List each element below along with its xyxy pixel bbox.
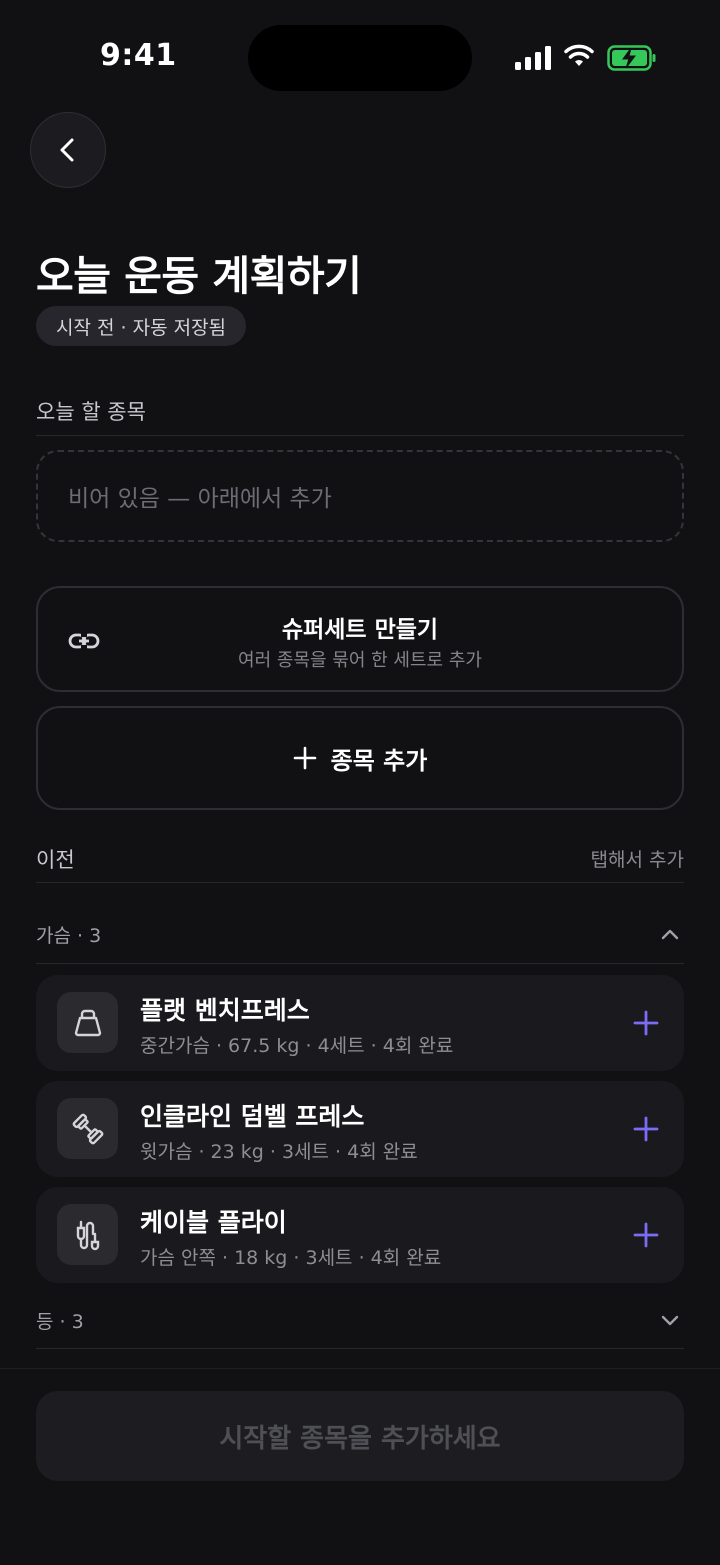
page-title: 오늘 운동 계획하기 bbox=[36, 252, 362, 300]
create-superset-button[interactable]: 슈퍼세트 만들기 여러 종목을 묶어 한 세트로 추가 bbox=[36, 586, 684, 692]
cellular-signal-icon bbox=[515, 46, 551, 70]
divider bbox=[36, 1348, 684, 1349]
today-section-label: 오늘 할 종목 bbox=[36, 400, 146, 424]
superset-title: 슈퍼세트 만들기 bbox=[281, 617, 439, 643]
plus-icon bbox=[293, 746, 317, 770]
previous-section-label: 이전 bbox=[36, 848, 75, 872]
superset-subtitle: 여러 종목을 묶어 한 세트로 추가 bbox=[238, 650, 482, 671]
chevron-up-icon bbox=[661, 929, 679, 940]
exercise-card[interactable]: 인클라인 덤벨 프레스 윗가슴 · 23 kg · 3세트 · 4회 완료 bbox=[36, 1081, 684, 1177]
exercise-meta: 중간가슴 · 67.5 kg · 4세트 · 4회 완료 bbox=[140, 1035, 454, 1057]
divider bbox=[36, 882, 684, 883]
add-exercise-label: 종목 추가 bbox=[330, 746, 428, 775]
dumbbell-icon bbox=[57, 1098, 118, 1159]
divider bbox=[36, 435, 684, 436]
kettlebell-icon bbox=[57, 992, 118, 1053]
exercise-name: 인클라인 덤벨 프레스 bbox=[140, 1102, 365, 1131]
wifi-icon bbox=[564, 44, 594, 66]
group-label: 등 · 3 bbox=[36, 1311, 84, 1333]
group-header-back[interactable]: 등 · 3 bbox=[36, 1296, 684, 1342]
empty-exercise-dropzone: 비어 있음 — 아래에서 추가 bbox=[36, 450, 684, 542]
chevron-left-icon bbox=[60, 138, 74, 162]
exercise-card[interactable]: 플랫 벤치프레스 중간가슴 · 67.5 kg · 4세트 · 4회 완료 bbox=[36, 975, 684, 1071]
group-label: 가슴 · 3 bbox=[36, 925, 102, 947]
add-exercise-button[interactable]: 종목 추가 bbox=[36, 706, 684, 810]
exercise-meta: 윗가슴 · 23 kg · 3세트 · 4회 완료 bbox=[140, 1141, 418, 1163]
dynamic-island bbox=[248, 25, 472, 91]
exercise-name: 플랫 벤치프레스 bbox=[140, 996, 310, 1025]
tap-to-add-hint: 탭해서 추가 bbox=[590, 849, 684, 871]
exercise-card[interactable]: 케이블 플라이 가슴 안쪽 · 18 kg · 3세트 · 4회 완료 bbox=[36, 1187, 684, 1283]
status-badge: 시작 전 · 자동 저장됨 bbox=[36, 306, 247, 346]
divider bbox=[36, 963, 684, 964]
footer-divider bbox=[0, 1368, 720, 1369]
back-button[interactable] bbox=[30, 112, 106, 188]
exercise-meta: 가슴 안쪽 · 18 kg · 3세트 · 4회 완료 bbox=[140, 1247, 442, 1269]
add-plus-icon[interactable] bbox=[632, 1221, 660, 1249]
start-workout-button[interactable]: 시작할 종목을 추가하세요 bbox=[36, 1391, 684, 1481]
chevron-down-icon bbox=[661, 1315, 679, 1326]
battery-charging-icon bbox=[607, 45, 656, 71]
group-header-chest[interactable]: 가슴 · 3 bbox=[36, 910, 684, 956]
cable-icon bbox=[57, 1204, 118, 1265]
add-plus-icon[interactable] bbox=[632, 1115, 660, 1143]
exercise-name: 케이블 플라이 bbox=[140, 1208, 287, 1237]
status-time: 9:41 bbox=[100, 38, 177, 73]
add-plus-icon[interactable] bbox=[632, 1009, 660, 1037]
